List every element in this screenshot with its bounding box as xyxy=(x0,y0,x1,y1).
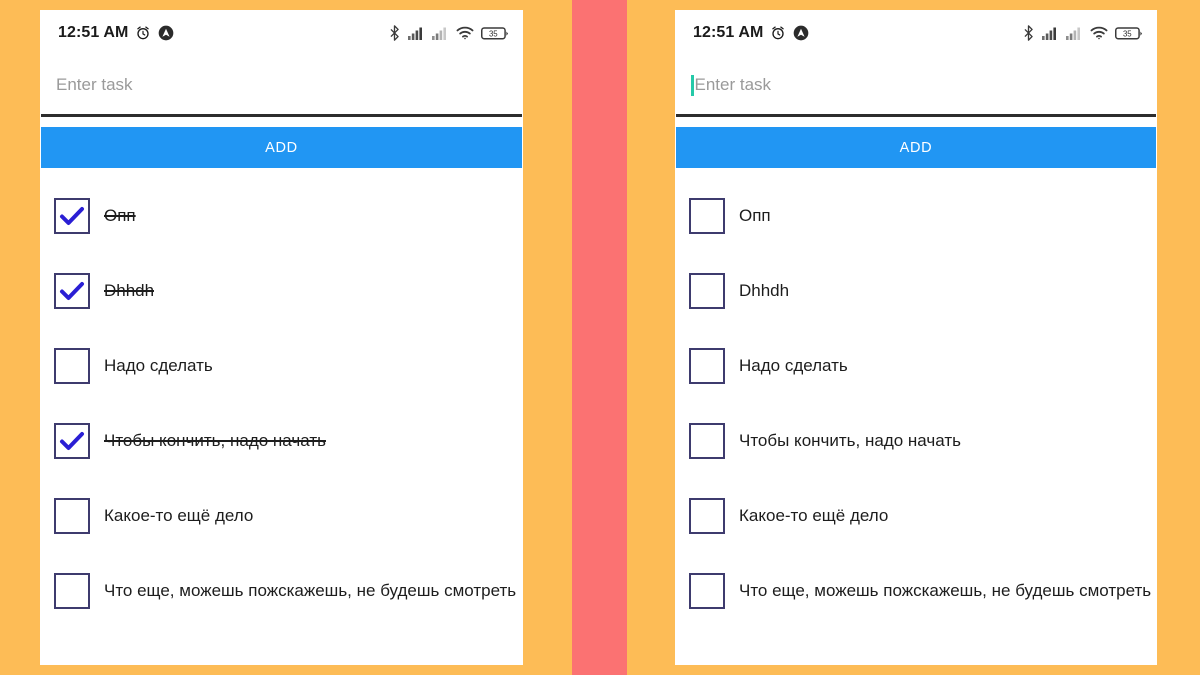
phone-screen-left: 12:51 AM 35 Enter task ADD Опп Dhhdh Над… xyxy=(40,10,523,665)
status-bar-right-group: 35 xyxy=(388,25,509,41)
task-checkbox[interactable] xyxy=(54,497,90,534)
task-row[interactable]: Надо сделать xyxy=(675,328,1157,403)
task-label: Чтобы кончить, надо начать xyxy=(104,430,326,450)
task-input-placeholder: Enter task xyxy=(694,75,772,94)
check-icon xyxy=(60,281,84,300)
svg-text:35: 35 xyxy=(489,29,498,38)
add-task-button[interactable]: ADD xyxy=(676,127,1156,168)
wifi-icon xyxy=(456,26,474,40)
task-label: Надо сделать xyxy=(104,355,213,375)
app-badge-icon xyxy=(158,25,174,41)
status-bar-left-group: 12:51 AM xyxy=(693,24,809,42)
task-input-row[interactable]: Enter task xyxy=(40,56,523,114)
task-checkbox[interactable] xyxy=(54,197,90,234)
svg-text:35: 35 xyxy=(1123,29,1132,38)
task-input-placeholder: Enter task xyxy=(56,75,133,94)
task-input-underline xyxy=(41,114,522,117)
check-icon xyxy=(60,206,84,225)
task-checkbox[interactable] xyxy=(689,197,725,234)
task-list: Опп Dhhdh Надо сделать Чтобы кончить, на… xyxy=(675,168,1157,628)
task-checkbox[interactable] xyxy=(54,347,90,384)
task-row[interactable]: Что еще, можешь пожскажешь, не будешь см… xyxy=(40,553,523,628)
task-input-row[interactable]: Enter task xyxy=(675,56,1157,114)
task-label: Надо сделать xyxy=(739,355,848,375)
task-row[interactable]: Опп xyxy=(40,178,523,253)
task-row[interactable]: Надо сделать xyxy=(40,328,523,403)
task-label: Опп xyxy=(104,205,136,225)
alarm-clock-icon xyxy=(135,25,151,41)
signal-bars-icon xyxy=(1066,26,1083,40)
alarm-clock-icon xyxy=(770,25,786,41)
signal-bars-icon xyxy=(408,26,425,40)
app-badge-icon xyxy=(793,25,809,41)
task-label: Опп xyxy=(739,205,771,225)
status-bar-right-group: 35 xyxy=(1022,25,1143,41)
task-input-underline xyxy=(676,114,1156,117)
screenshot-stage: 12:51 AM 35 Enter task ADD Опп Dhhdh Над… xyxy=(0,0,1200,675)
task-row[interactable]: Опп xyxy=(675,178,1157,253)
phone-screen-right: 12:51 AM 35 Enter task ADD Опп Dhhdh Над… xyxy=(675,10,1157,665)
status-bar: 12:51 AM 35 xyxy=(675,10,1157,56)
task-checkbox[interactable] xyxy=(689,272,725,309)
add-task-button-label: ADD xyxy=(899,139,933,156)
status-bar: 12:51 AM 35 xyxy=(40,10,523,56)
task-checkbox[interactable] xyxy=(689,347,725,384)
add-task-button-label: ADD xyxy=(265,139,298,156)
add-task-button[interactable]: ADD xyxy=(41,127,522,168)
text-caret xyxy=(691,74,694,96)
task-row[interactable]: Какое-то ещё дело xyxy=(675,478,1157,553)
wifi-icon xyxy=(1090,26,1108,40)
task-row[interactable]: Какое-то ещё дело xyxy=(40,478,523,553)
task-row[interactable]: Чтобы кончить, надо начать xyxy=(675,403,1157,478)
task-row[interactable]: Что еще, можешь пожскажешь, не будешь см… xyxy=(675,553,1157,628)
task-checkbox[interactable] xyxy=(689,572,725,609)
signal-bars-icon xyxy=(432,26,449,40)
task-checkbox[interactable] xyxy=(689,497,725,534)
task-row[interactable]: Чтобы кончить, надо начать xyxy=(40,403,523,478)
task-label: Dhhdh xyxy=(104,280,155,300)
battery-icon: 35 xyxy=(1115,26,1143,41)
battery-icon: 35 xyxy=(481,26,509,41)
task-checkbox[interactable] xyxy=(54,272,90,309)
check-icon xyxy=(60,431,84,450)
task-checkbox[interactable] xyxy=(689,422,725,459)
task-list: Опп Dhhdh Надо сделать Чтобы кончить, на… xyxy=(40,168,523,628)
task-row[interactable]: Dhhdh xyxy=(40,253,523,328)
task-label: Что еще, можешь пожскажешь, не будешь см… xyxy=(104,580,517,600)
task-checkbox[interactable] xyxy=(54,572,90,609)
bluetooth-icon xyxy=(1022,25,1035,41)
status-time: 12:51 AM xyxy=(58,24,129,41)
status-bar-left-group: 12:51 AM xyxy=(58,24,174,42)
task-checkbox[interactable] xyxy=(54,422,90,459)
bluetooth-icon xyxy=(388,25,401,41)
status-time: 12:51 AM xyxy=(693,24,764,41)
task-label: Какое-то ещё дело xyxy=(104,505,254,525)
task-label: Чтобы кончить, надо начать xyxy=(739,430,961,450)
panel-divider xyxy=(572,0,627,675)
signal-bars-icon xyxy=(1042,26,1059,40)
task-label: Dhhdh xyxy=(739,280,790,300)
task-row[interactable]: Dhhdh xyxy=(675,253,1157,328)
task-label: Что еще, можешь пожскажешь, не будешь см… xyxy=(739,580,1152,600)
task-label: Какое-то ещё дело xyxy=(739,505,889,525)
